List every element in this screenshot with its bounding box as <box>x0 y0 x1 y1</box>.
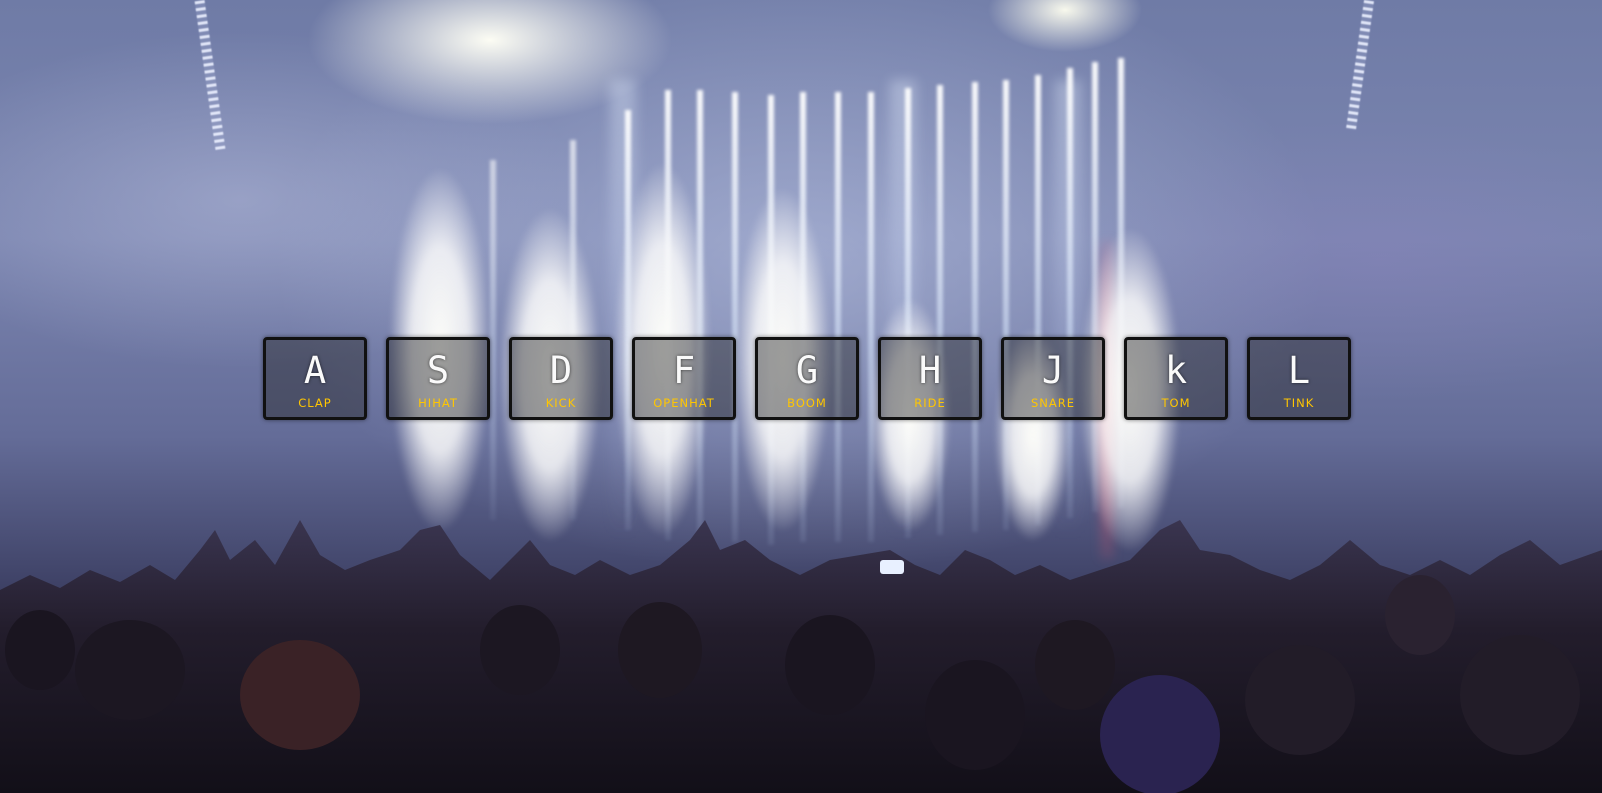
key-snare[interactable]: J SNARE <box>1001 337 1105 420</box>
crowd-silhouette <box>0 520 1602 793</box>
key-tink[interactable]: L TINK <box>1247 337 1351 420</box>
key-sound-label: TINK <box>1283 396 1315 410</box>
key-sound-label: KICK <box>545 396 577 410</box>
drum-keys: A CLAP S HIHAT D KICK F OPENHAT G BOOM H… <box>263 337 1351 420</box>
key-sound-label: BOOM <box>787 396 827 410</box>
key-letter: F <box>672 349 696 392</box>
key-sound-label: SNARE <box>1030 396 1076 410</box>
key-tom[interactable]: k TOM <box>1124 337 1228 420</box>
key-letter: A <box>303 349 327 392</box>
light-beam <box>868 92 874 542</box>
light-beam <box>972 82 978 532</box>
background-photo: A CLAP S HIHAT D KICK F OPENHAT G BOOM H… <box>0 0 1602 793</box>
key-letter: J <box>1041 349 1065 392</box>
key-boom[interactable]: G BOOM <box>755 337 859 420</box>
key-sound-label: HIHAT <box>418 396 458 410</box>
key-sound-label: CLAP <box>298 396 332 410</box>
key-letter: D <box>549 349 573 392</box>
key-letter: k <box>1164 349 1188 392</box>
key-sound-label: RIDE <box>914 396 946 410</box>
key-sound-label: TOM <box>1161 396 1191 410</box>
key-letter: H <box>918 349 942 392</box>
light-beam <box>835 92 841 542</box>
key-letter: G <box>795 349 819 392</box>
key-ride[interactable]: H RIDE <box>878 337 982 420</box>
key-hihat[interactable]: S HIHAT <box>386 337 490 420</box>
key-sound-label: OPENHAT <box>653 396 715 410</box>
key-letter: L <box>1287 349 1311 392</box>
key-kick[interactable]: D KICK <box>509 337 613 420</box>
key-clap[interactable]: A CLAP <box>263 337 367 420</box>
key-letter: S <box>426 349 450 392</box>
key-openhat[interactable]: F OPENHAT <box>632 337 736 420</box>
